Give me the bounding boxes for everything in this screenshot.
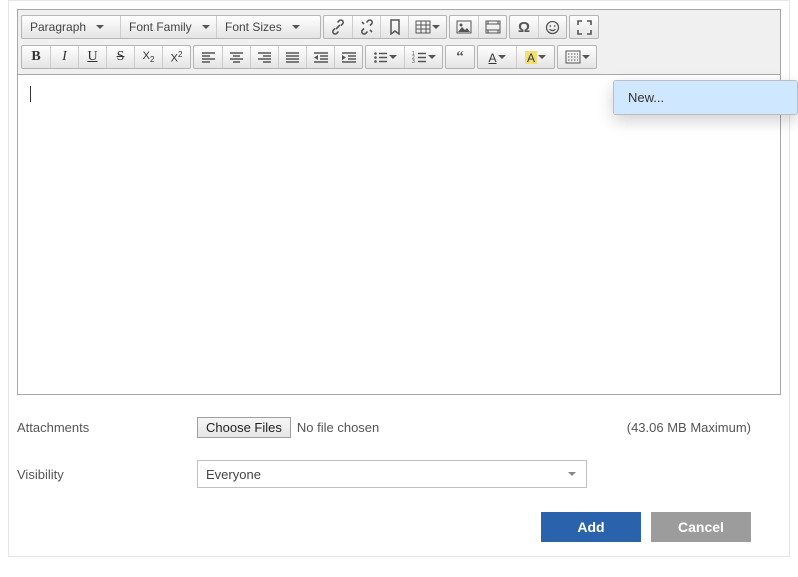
text-cursor bbox=[30, 86, 31, 102]
font-sizes-select[interactable]: Font Sizes bbox=[216, 16, 320, 38]
text-color-button[interactable]: A bbox=[478, 46, 516, 68]
chevron-down-icon bbox=[432, 25, 440, 29]
cancel-button[interactable]: Cancel bbox=[651, 512, 751, 542]
toolbar-row-2: B I U S X2 X2 123 bbox=[20, 42, 778, 72]
media-button[interactable] bbox=[478, 16, 506, 38]
link-button[interactable] bbox=[324, 16, 352, 38]
chevron-down-icon bbox=[568, 472, 576, 476]
paragraph-select[interactable]: Paragraph bbox=[22, 16, 120, 38]
templates-menu-new[interactable]: New... bbox=[614, 81, 797, 114]
chevron-down-icon bbox=[389, 55, 397, 59]
action-buttons: Add Cancel bbox=[17, 512, 751, 542]
bookmark-button[interactable] bbox=[380, 16, 408, 38]
toolbar-row-1: Paragraph Font Family Font Sizes bbox=[20, 12, 778, 42]
templates-button[interactable] bbox=[558, 46, 596, 68]
chevron-down-icon bbox=[202, 25, 210, 29]
font-sizes-label: Font Sizes bbox=[225, 20, 282, 34]
superscript-button[interactable]: X2 bbox=[162, 46, 190, 68]
visibility-value: Everyone bbox=[206, 467, 261, 482]
align-justify-button[interactable] bbox=[278, 46, 306, 68]
chevron-down-icon bbox=[498, 55, 506, 59]
svg-text:3: 3 bbox=[412, 59, 415, 64]
attachments-row: Attachments Choose Files No file chosen … bbox=[17, 417, 781, 438]
paragraph-label: Paragraph bbox=[30, 20, 86, 34]
special-char-button[interactable]: Ω bbox=[510, 16, 538, 38]
font-family-select[interactable]: Font Family bbox=[120, 16, 216, 38]
choose-files-button[interactable]: Choose Files bbox=[197, 417, 291, 438]
background-color-button[interactable]: A bbox=[516, 46, 554, 68]
file-status-text: No file chosen bbox=[297, 420, 379, 435]
underline-button[interactable]: U bbox=[78, 46, 106, 68]
visibility-label: Visibility bbox=[17, 467, 197, 482]
bullet-list-button[interactable] bbox=[366, 46, 404, 68]
align-right-button[interactable] bbox=[250, 46, 278, 68]
fullscreen-button[interactable] bbox=[570, 16, 598, 38]
align-center-button[interactable] bbox=[222, 46, 250, 68]
templates-menu: New... bbox=[613, 80, 798, 115]
table-button[interactable] bbox=[408, 16, 446, 38]
max-size-text: (43.06 MB Maximum) bbox=[627, 420, 781, 435]
editor-content[interactable] bbox=[17, 75, 781, 395]
indent-button[interactable] bbox=[334, 46, 362, 68]
add-button[interactable]: Add bbox=[541, 512, 641, 542]
chevron-down-icon bbox=[582, 55, 590, 59]
attachments-label: Attachments bbox=[17, 420, 197, 435]
bold-button[interactable]: B bbox=[22, 46, 50, 68]
visibility-row: Visibility Everyone bbox=[17, 460, 781, 488]
emoji-button[interactable] bbox=[538, 16, 566, 38]
unlink-button[interactable] bbox=[352, 16, 380, 38]
visibility-select[interactable]: Everyone bbox=[197, 460, 587, 488]
image-button[interactable] bbox=[450, 16, 478, 38]
italic-button[interactable]: I bbox=[50, 46, 78, 68]
font-family-label: Font Family bbox=[129, 20, 192, 34]
subscript-button[interactable]: X2 bbox=[134, 46, 162, 68]
align-left-button[interactable] bbox=[194, 46, 222, 68]
chevron-down-icon bbox=[538, 55, 546, 59]
strikethrough-button[interactable]: S bbox=[106, 46, 134, 68]
chevron-down-icon bbox=[96, 25, 104, 29]
chevron-down-icon bbox=[428, 55, 436, 59]
outdent-button[interactable] bbox=[306, 46, 334, 68]
numbered-list-button[interactable]: 123 bbox=[404, 46, 442, 68]
editor-toolbar: Paragraph Font Family Font Sizes bbox=[17, 9, 781, 75]
blockquote-button[interactable]: “ bbox=[446, 46, 474, 68]
chevron-down-icon bbox=[292, 25, 300, 29]
